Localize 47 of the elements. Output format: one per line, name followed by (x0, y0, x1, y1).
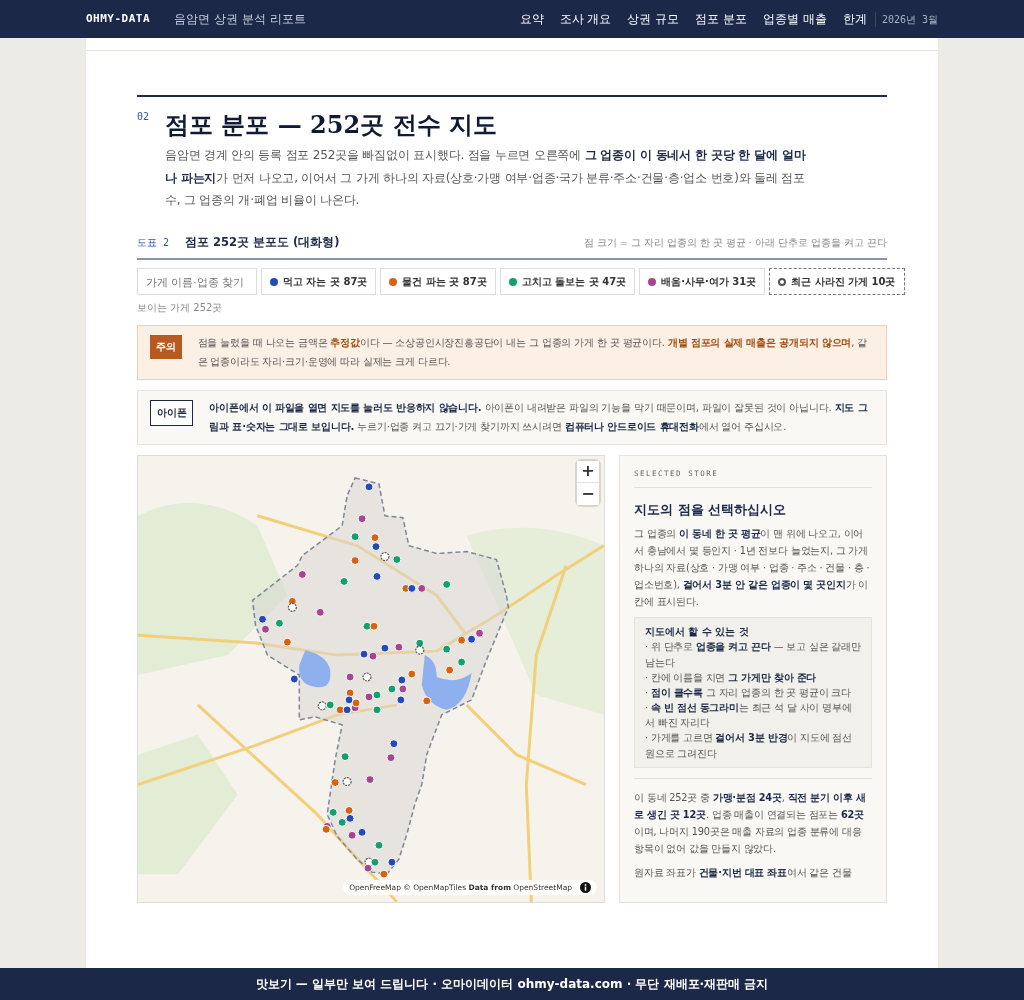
preview-notice: 맛보기 — 일부만 보여 드립니다 · 오마이데이터 ohmy-data.com · 무단 재배포·재판매 금지 (255, 976, 769, 993)
store-dot[interactable] (317, 701, 327, 711)
help-item: · 점이 클수록 그 자리 업종의 한 곳 평균이 크다 (645, 685, 852, 700)
filter-toggle[interactable]: 먹고 자는 곳 87곳 (261, 268, 377, 296)
help-title: 지도에서 할 수 있는 것 (645, 625, 750, 640)
help-item: · 칸에 이름을 치면 그 가게만 찾아 준다 (645, 670, 818, 685)
nav-link[interactable]: 조사 개요 (559, 10, 612, 28)
nav-link[interactable]: 요약 (519, 10, 544, 28)
nav-link[interactable]: 한계 (842, 10, 867, 28)
help-item: · 위 단추로 업종을 켜고 끈다 — 보고 싶은 갈래만 남는다 (645, 640, 861, 670)
help-item: · 속 빈 점선 동그라미는 최근 석 달 사이 명부에서 빠진 자리다 (645, 701, 853, 731)
panel-paragraph: 원자료 좌표가 건물·지번 대표 좌표여서 같은 건물 (634, 866, 853, 881)
store-dot[interactable] (287, 602, 297, 612)
report-subtitle: 음암면 상권 분석 리포트 (174, 11, 306, 28)
info-icon[interactable] (580, 881, 591, 893)
store-dot[interactable] (415, 645, 425, 655)
visible-count: 보이는 가게 252곳 (137, 301, 224, 316)
nav-link[interactable]: 업종별 매출 (763, 10, 827, 28)
store-dot[interactable] (362, 672, 372, 682)
filter-toggle[interactable]: 배움·사무·여가 31곳 (639, 268, 766, 296)
brand-logo[interactable]: OHMY-DATA (86, 10, 151, 28)
section-number: 02 (137, 110, 151, 124)
device-badge: 아이폰 (150, 400, 194, 427)
report-date: 2026년 3월 (874, 11, 938, 27)
figure-note: 점 크기 = 그 자리 업종의 한 곳 평균 · 아래 단추로 업종을 켜고 끈다 (583, 236, 887, 251)
panel-paragraph: 이 동네 252곳 중 가맹·분점 24곳, 직전 분기 이후 새로 생긴 곳 12곳. 업종 매출이 연결되는 점포는 62곳이며, 나머지 190곳은 매출 자료의 업종 분류에 대응 항목이 없어 값을 만들지 않았다. (634, 790, 867, 857)
filter-toggle[interactable]: 최근 사라진 가게 10곳 (769, 268, 905, 296)
notice-text: 아이폰에서 이 파일을 열면 지도를 눌러도 반응하지 않습니다. 아이폰이 내려받은 파일의 기능을 막기 때문이며, 파일이 잘못된 것이 아닙니다. 지도 그림과 표·숫자는 그대로 보입니다. 누르기·업종 켜고 끄기·가게 찾기까지 쓰시려면 컴퓨터나 안드로이드 휴대전화에서 열어 주십시오. (209, 401, 869, 434)
filter-toggle[interactable]: 고치고 돌보는 곳 47곳 (499, 268, 636, 296)
caution-badge: 주의 (150, 335, 182, 360)
notice-text: 점을 눌렀을 때 나오는 금액은 추정값이다 — 소상공인시장진흥공단이 내는 그 업종의 가게 한 곳 평균이다. 개별 점포의 실제 매출은 공개되지 않으며, 같은 업종이라도 자리·크기·운영에 따라 실제는 크게 다르다. (197, 336, 869, 369)
section-title: 점포 분포 — 252곳 전수 지도 (165, 111, 497, 140)
lake (421, 655, 472, 710)
store-dot[interactable] (342, 776, 352, 786)
panel-intro: 그 업종의 이 동네 한 곳 평균이 맨 위에 나오고, 이어서 충남에서 몇 등인지 · 1년 전보다 늘었는지, 그 가게 하나의 자료(상호 · 가맹 여부 · 업종 · 주소 · 건물 · 층 · 업소번호), 걸어서 3분 안 같은 업종이 몇 곳인지가 이 칸에 표시된다. (634, 526, 871, 610)
filter-toggle[interactable]: 물건 파는 곳 87곳 (380, 268, 496, 296)
search-field[interactable]: 가게 이름·업종 찾기 (137, 268, 257, 296)
nav-link[interactable]: 점포 분포 (695, 10, 748, 28)
store-dot[interactable] (380, 551, 390, 561)
lead-paragraph: 음암면 경계 안의 등록 점포 252곳을 빠짐없이 표시했다. 점을 누르면 오른쪽에 그 업종이 이 동네서 한 곳당 한 달에 얼마나 파는지가 먼저 나오고, 이어서 그 가게 하나의 자료(상호·가맹 여부·업종·국가 분류·주소·건물·층·업소 번호)와 둘레 점포 수, 그 업종의 개·폐업 비율이 나온다. (165, 146, 807, 210)
panel-heading: 지도의 점을 선택하십시오 (634, 501, 788, 520)
figure-label: 도표 2 (137, 236, 170, 251)
nav-link[interactable]: 상권 규모 (627, 10, 680, 28)
lake (299, 650, 331, 688)
help-item: · 가게를 고르면 걸어서 3분 반경이 지도에 점선 원으로 그려진다 (645, 731, 853, 761)
figure-title: 점포 252곳 분포도 (대화형) (185, 234, 340, 252)
zoom-in-button[interactable]: + (577, 460, 599, 483)
